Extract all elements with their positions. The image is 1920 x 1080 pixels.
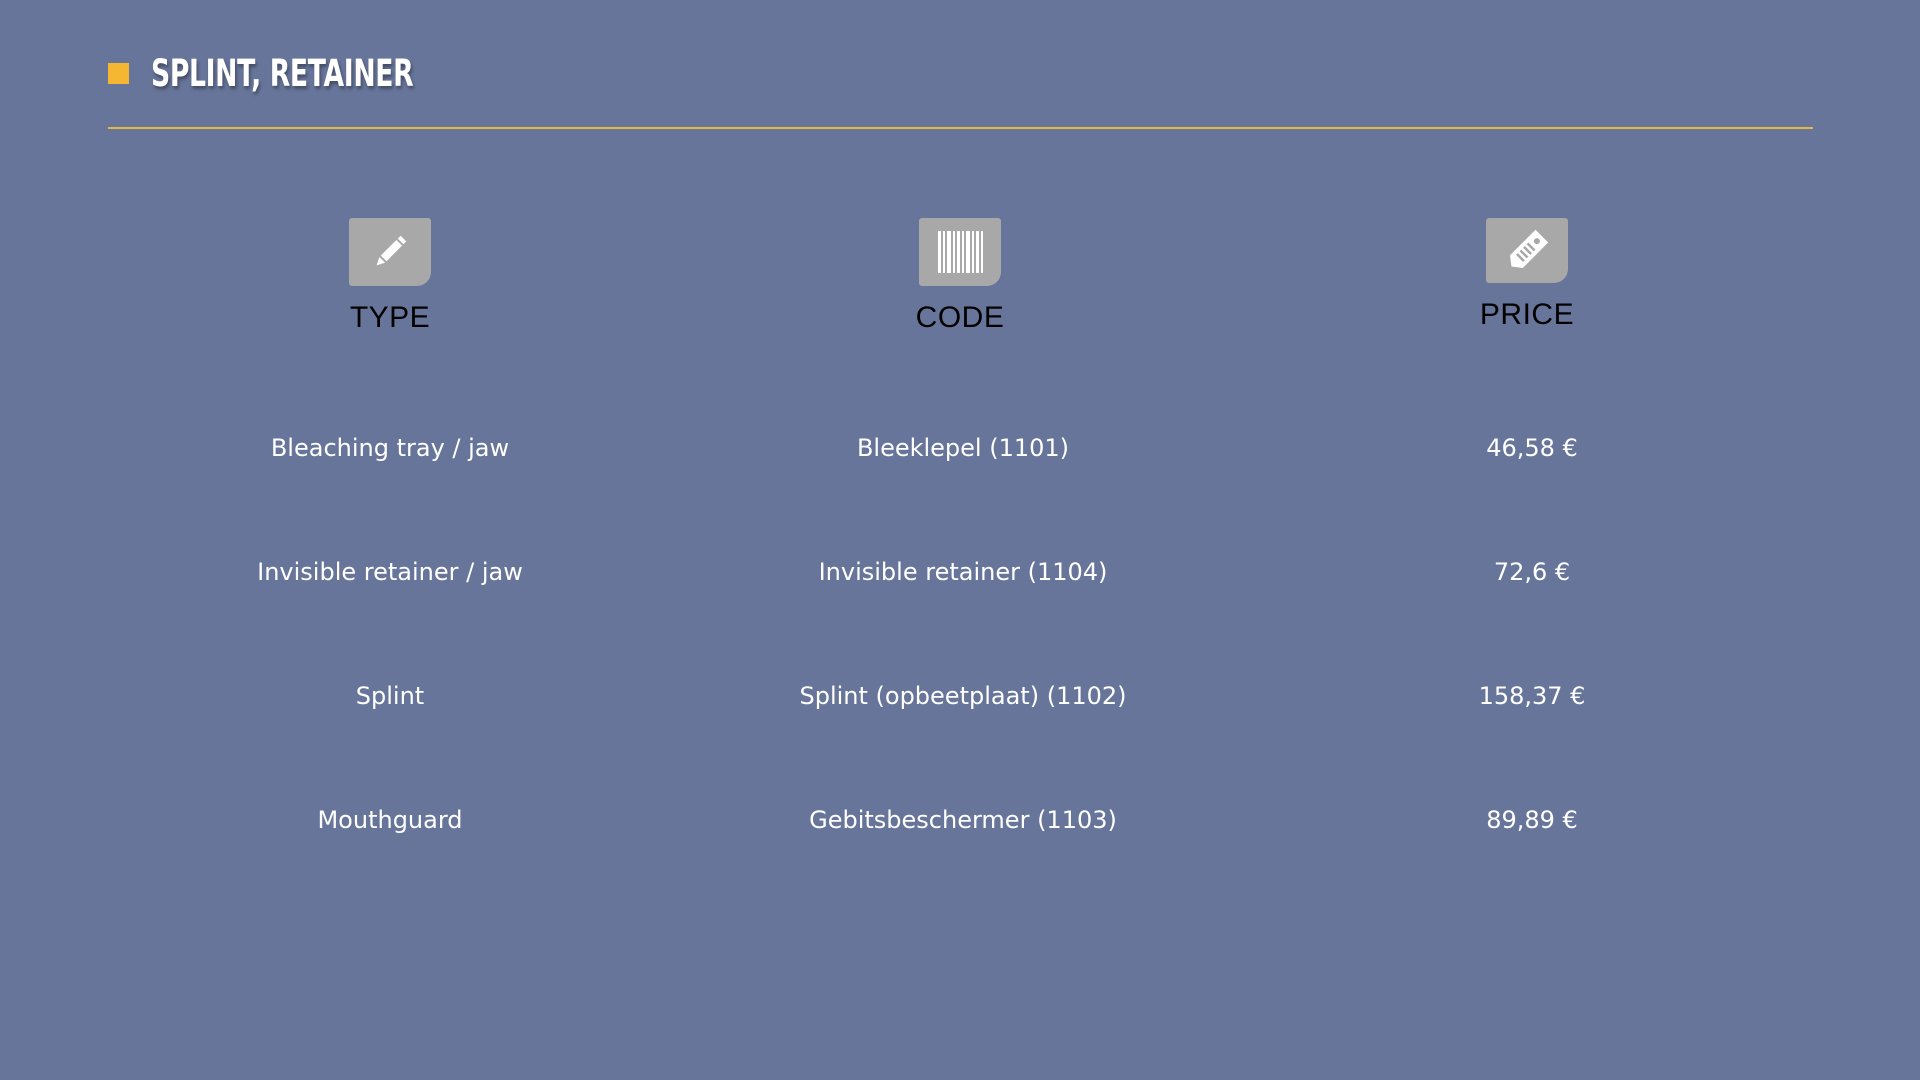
column-label-type: TYPE bbox=[349, 301, 431, 334]
title-underline bbox=[108, 127, 1813, 129]
row-price: 158,37 € bbox=[1478, 682, 1586, 710]
row-type: Invisible retainer / jaw bbox=[257, 558, 523, 586]
slide-title: SPLINT, RETAINER bbox=[151, 52, 414, 95]
column-header-code: CODE bbox=[840, 218, 1080, 335]
row-code: Invisible retainer (1104) bbox=[818, 558, 1108, 586]
column-label-code: CODE bbox=[915, 301, 1005, 334]
slide-header: SPLINT, RETAINER bbox=[108, 52, 515, 95]
pencil-icon bbox=[349, 218, 431, 286]
column-header-price: PRICE bbox=[1407, 218, 1647, 332]
column-label-price: PRICE bbox=[1479, 298, 1575, 331]
row-price: 89,89 € bbox=[1486, 806, 1578, 834]
row-code: Splint (opbeetplaat) (1102) bbox=[799, 682, 1127, 710]
column-header-type: TYPE bbox=[270, 218, 510, 335]
row-price: 72,6 € bbox=[1493, 558, 1571, 586]
row-price: 46,58 € bbox=[1486, 434, 1578, 462]
row-type: Bleaching tray / jaw bbox=[270, 434, 510, 462]
row-type: Splint bbox=[355, 682, 425, 710]
title-bullet-square bbox=[108, 63, 129, 84]
price-tag-icon bbox=[1486, 218, 1568, 283]
barcode-icon bbox=[919, 218, 1001, 286]
row-code: Bleeklepel (1101) bbox=[856, 434, 1070, 462]
row-type: Mouthguard bbox=[317, 806, 463, 834]
row-code: Gebitsbeschermer (1103) bbox=[809, 806, 1117, 834]
